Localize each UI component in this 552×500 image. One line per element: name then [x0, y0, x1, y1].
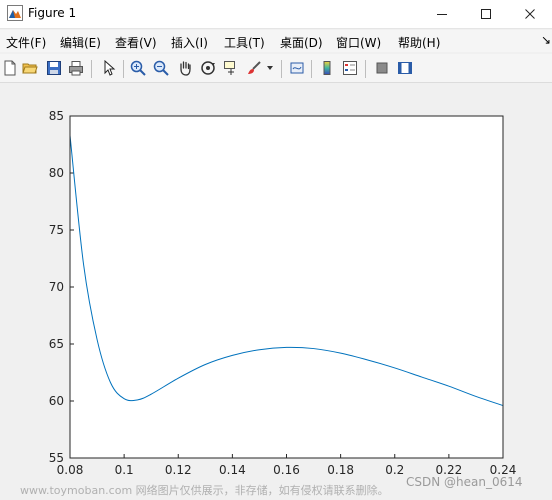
- x-tick-label: 0.16: [273, 463, 300, 477]
- pan-button[interactable]: [175, 58, 195, 78]
- pointer-button[interactable]: [99, 58, 119, 78]
- menu-help[interactable]: 帮助(H): [398, 34, 440, 51]
- watermark-credit: CSDN @hean_0614: [406, 475, 523, 489]
- matlab-figure-icon: [7, 5, 23, 21]
- y-tick-label: 65: [49, 337, 64, 351]
- colorbar-button[interactable]: [317, 58, 337, 78]
- legend-icon: [343, 61, 357, 75]
- new-figure-icon: [4, 60, 16, 76]
- close-button[interactable]: [508, 0, 552, 28]
- window-titlebar: Figure 1: [0, 0, 552, 29]
- x-tick-label: 0.1: [115, 463, 134, 477]
- pointer-icon: [104, 60, 116, 76]
- y-tick-label: 60: [49, 394, 64, 408]
- zoom-out-icon: [153, 60, 169, 76]
- brush-icon: [248, 61, 261, 74]
- toolbar-separator: [123, 60, 124, 78]
- menu-view[interactable]: 查看(V): [115, 34, 157, 51]
- toolbar-separator: [365, 60, 366, 78]
- rotate-3d-icon: [201, 61, 215, 75]
- menu-file[interactable]: 文件(F): [6, 34, 46, 51]
- data-cursor-button[interactable]: [221, 58, 241, 78]
- zoom-out-button[interactable]: [151, 58, 171, 78]
- show-plot-tools-button[interactable]: [395, 58, 415, 78]
- colorbar-icon: [323, 61, 331, 75]
- x-tick-label: 0.14: [219, 463, 246, 477]
- window-title: Figure 1: [28, 6, 77, 20]
- menu-insert[interactable]: 插入(I): [171, 34, 208, 51]
- open-file-button[interactable]: [20, 58, 40, 78]
- x-tick-label: 0.12: [165, 463, 192, 477]
- y-tick-label: 85: [49, 109, 64, 123]
- close-icon: [525, 9, 535, 19]
- save-icon: [47, 61, 61, 75]
- minimize-button[interactable]: [420, 0, 464, 28]
- x-tick-label: 0.2: [385, 463, 404, 477]
- link-plot-icon: [290, 62, 304, 74]
- figure-toolbar: [0, 54, 552, 83]
- open-file-icon: [22, 63, 38, 74]
- maximize-button[interactable]: [464, 0, 508, 28]
- y-tick-label: 75: [49, 223, 64, 237]
- y-tick-label: 55: [49, 451, 64, 465]
- menu-window[interactable]: 窗口(W): [336, 34, 381, 51]
- data-cursor-icon: [224, 61, 235, 75]
- hide-plot-tools-icon: [376, 62, 388, 74]
- zoom-in-icon: [130, 60, 146, 76]
- menu-tools[interactable]: 工具(T): [224, 34, 265, 51]
- pan-hand-icon: [180, 61, 191, 76]
- x-tick-label: 0.08: [57, 463, 84, 477]
- legend-button[interactable]: [340, 58, 360, 78]
- show-plot-tools-icon: [398, 62, 412, 74]
- axes-background: [70, 116, 503, 458]
- hide-plot-tools-button[interactable]: [372, 58, 392, 78]
- brush-button[interactable]: [244, 58, 264, 78]
- chevron-down-icon: [267, 66, 273, 70]
- toolbar-separator: [281, 60, 282, 78]
- maximize-icon: [481, 9, 491, 19]
- x-tick-label: 0.18: [327, 463, 354, 477]
- line-chart[interactable]: 0.08 0.1 0.12 0.14 0.16 0.18 0.2 0.22 0.24 55606…: [0, 83, 552, 500]
- y-tick-label: 80: [49, 166, 64, 180]
- figure-canvas[interactable]: 0.08 0.1 0.12 0.14 0.16 0.18 0.2 0.22 0.24 55 60 6…: [0, 83, 552, 500]
- link-plot-button[interactable]: [287, 58, 307, 78]
- menu-desktop[interactable]: 桌面(D): [280, 34, 323, 51]
- brush-dropdown-button[interactable]: [264, 58, 276, 78]
- menu-edit[interactable]: 编辑(E): [60, 34, 101, 51]
- toolbar-separator: [311, 60, 312, 78]
- dock-arrow-icon[interactable]: ↘: [541, 33, 551, 47]
- save-button[interactable]: [44, 58, 64, 78]
- print-icon: [69, 61, 83, 76]
- menu-bar: 文件(F) 编辑(E) 查看(V) 插入(I) 工具(T) 桌面(D) 窗口(W…: [0, 30, 552, 52]
- y-tick-label: 70: [49, 280, 64, 294]
- print-button[interactable]: [66, 58, 86, 78]
- new-figure-button[interactable]: [0, 58, 20, 78]
- zoom-in-button[interactable]: [128, 58, 148, 78]
- toolbar-separator: [91, 60, 92, 78]
- minimize-icon: [437, 14, 447, 15]
- watermark-text: www.toymoban.com 网络图片仅供展示，非存储，如有侵权请联系删除。: [20, 484, 389, 497]
- rotate-3d-button[interactable]: [198, 58, 218, 78]
